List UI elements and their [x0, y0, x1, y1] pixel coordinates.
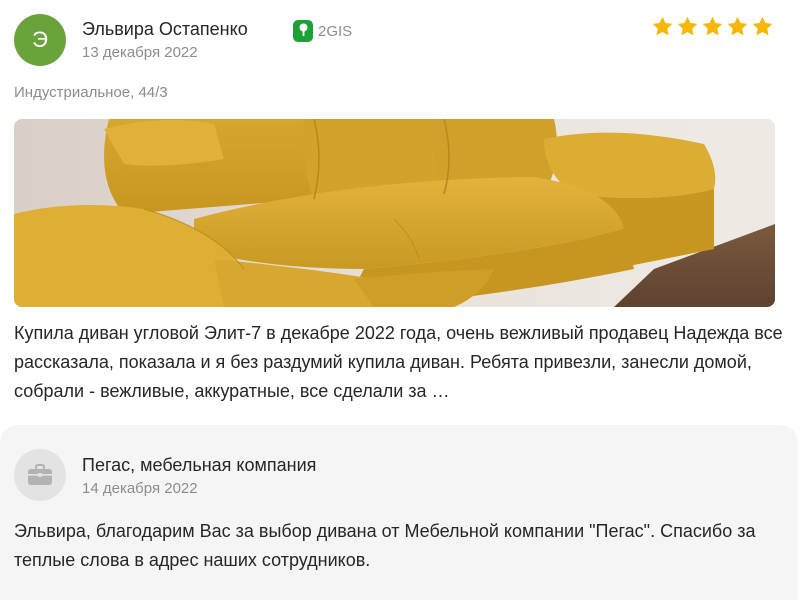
star-icon [727, 16, 748, 36]
2gis-icon [293, 20, 313, 42]
reply-date: 14 декабря 2022 [82, 480, 198, 497]
author-name[interactable]: Эльвира Остапенко [82, 19, 248, 40]
star-rating [651, 15, 774, 38]
star-icon [702, 16, 723, 36]
review-photo[interactable] [14, 119, 775, 307]
star-icon [752, 16, 773, 36]
star-icon [652, 16, 673, 36]
author-avatar[interactable]: Э [14, 14, 66, 66]
yellow-sofa-photo [14, 119, 775, 307]
company-reply: Пегас, мебельная компания 14 декабря 202… [0, 425, 798, 600]
briefcase-icon [28, 464, 52, 485]
company-name: Пегас, мебельная компания [82, 455, 317, 475]
source-label: 2GIS [318, 22, 353, 40]
company-avatar [14, 449, 66, 501]
review-date: 13 декабря 2022 [82, 44, 198, 61]
star-icon [677, 16, 698, 36]
avatar-letter: Э [32, 27, 48, 52]
review-source: 2GIS [293, 20, 352, 42]
reply-text: Эльвира, благодарим Вас за выбор дивана … [14, 521, 756, 570]
branch-address[interactable]: Индустриальное, 44/3 [14, 84, 168, 101]
review-text: Купила диван угловой Элит-7 в декабре 20… [14, 323, 783, 401]
